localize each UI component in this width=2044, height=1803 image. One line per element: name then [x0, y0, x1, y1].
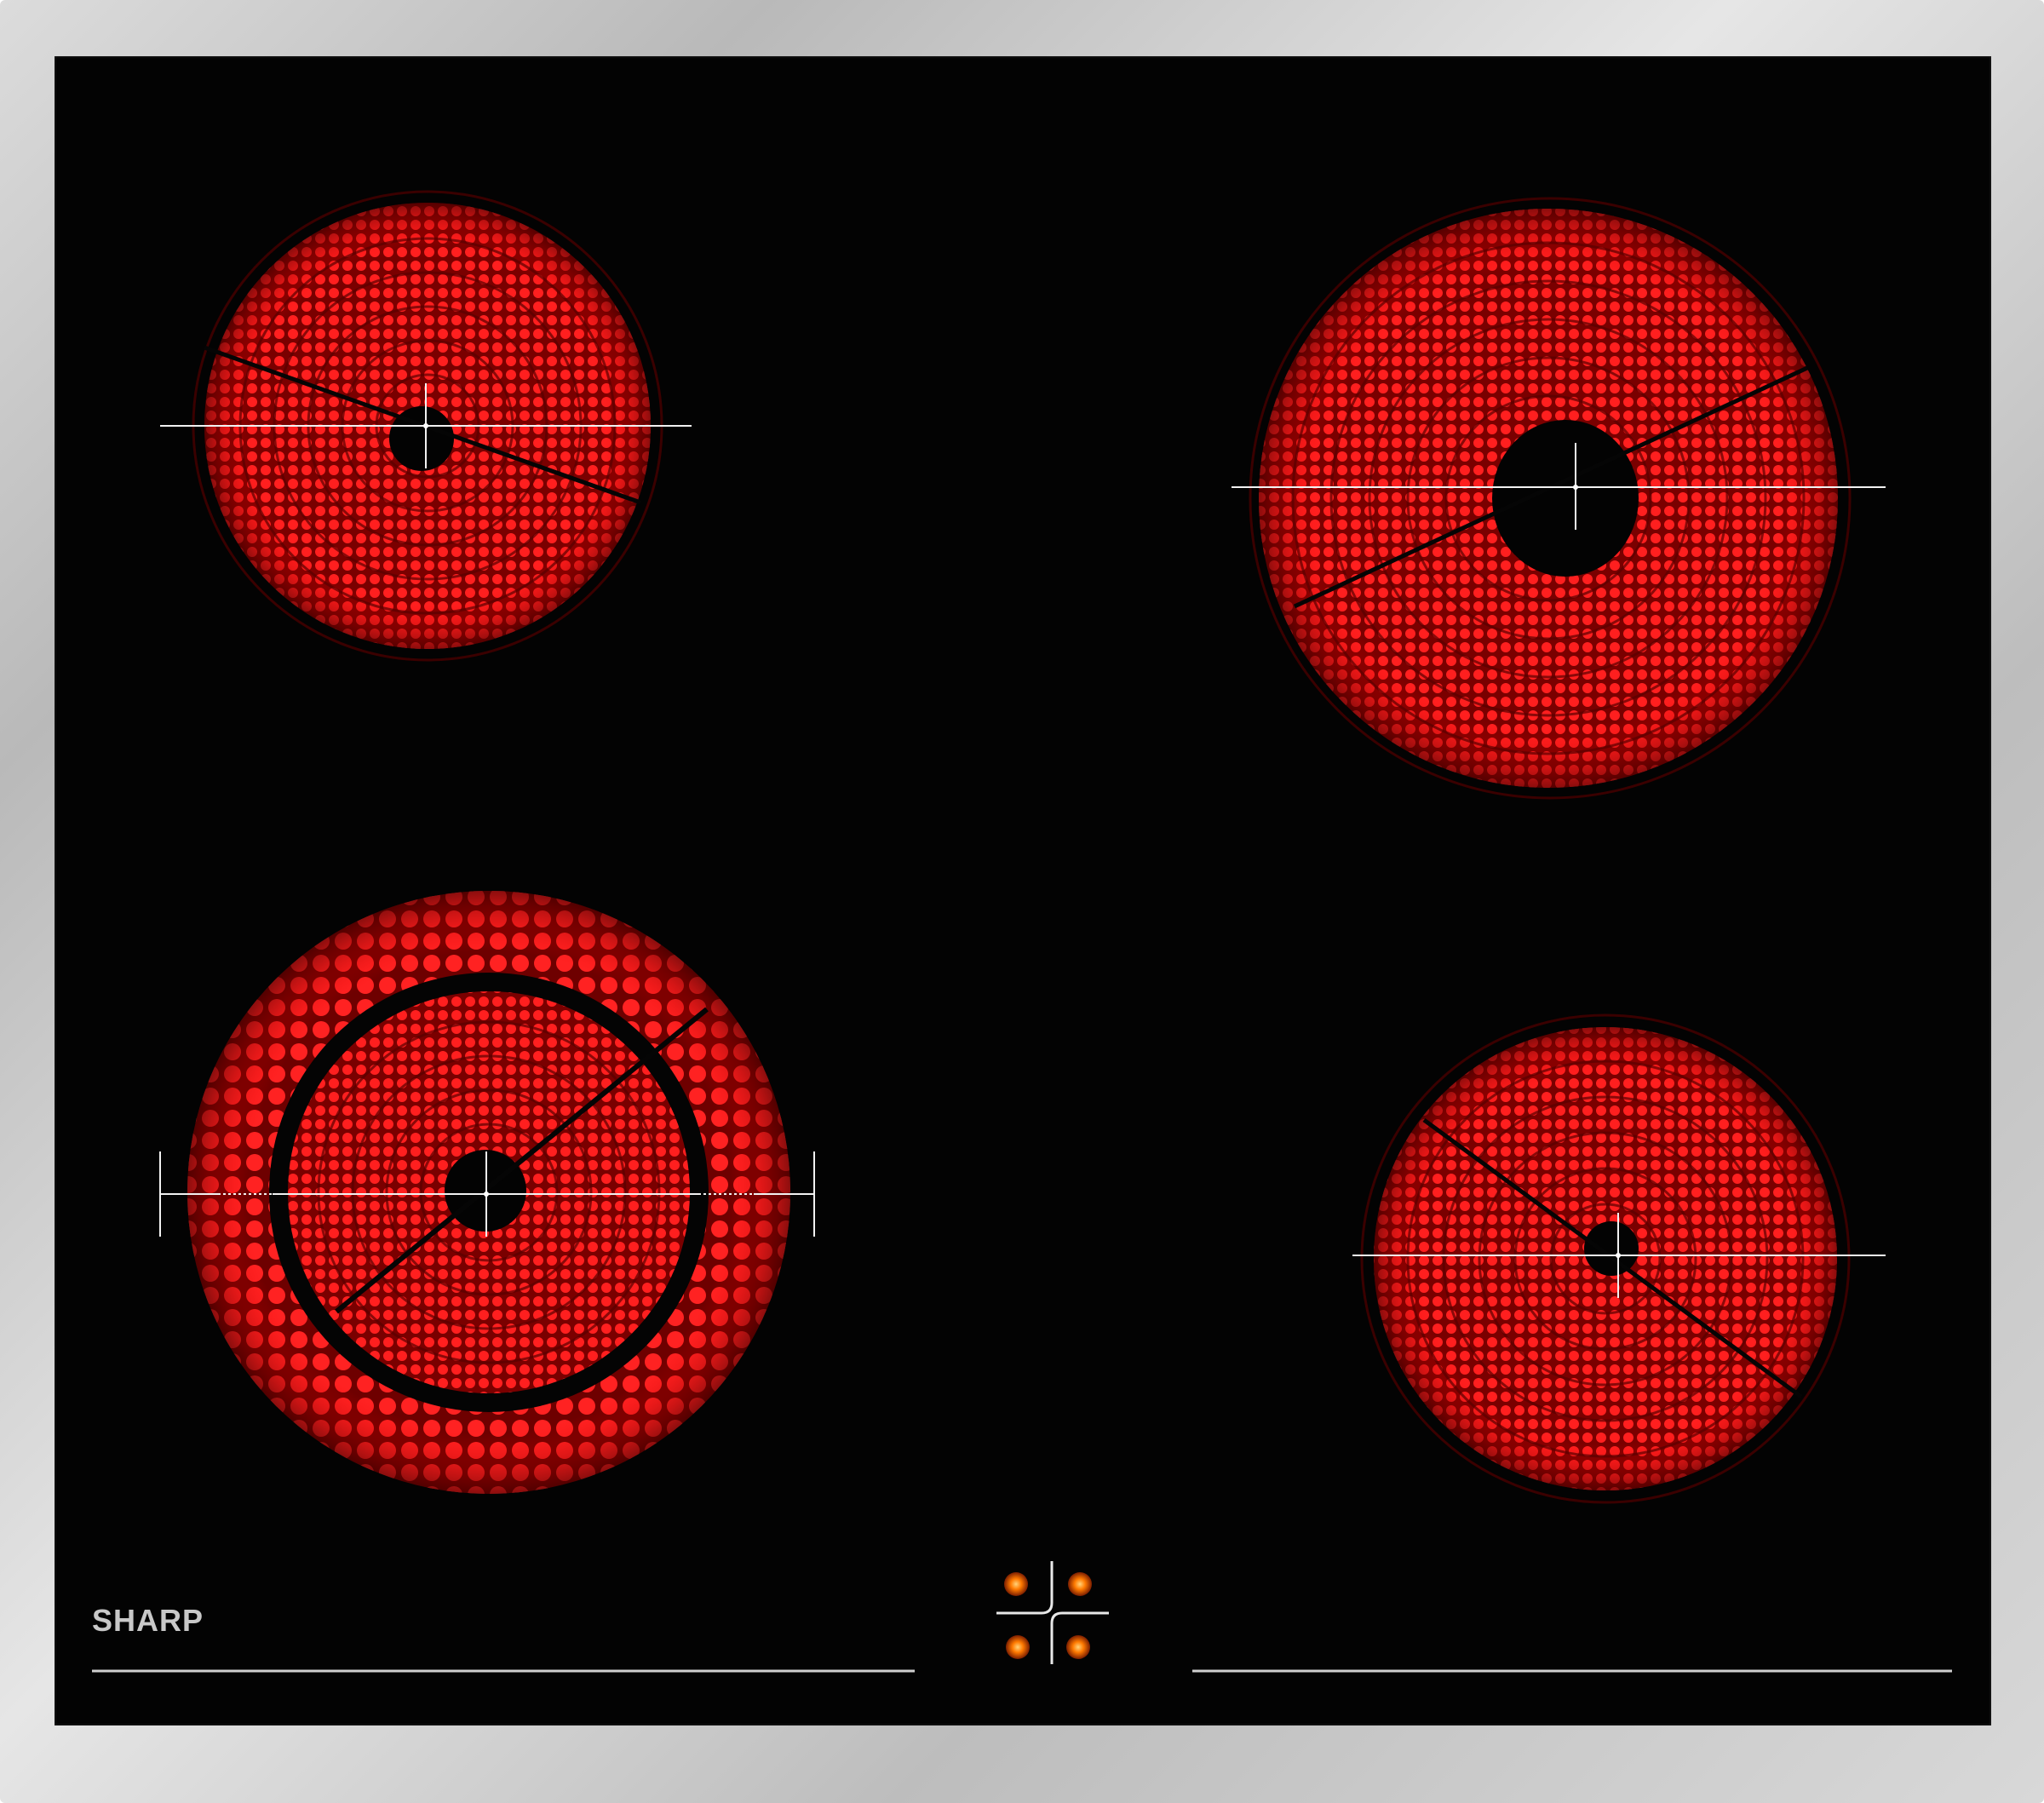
brand-logo: SHARP	[92, 1603, 204, 1638]
zone-front-right	[1352, 1013, 1886, 1504]
zone-rear-right	[1232, 197, 1886, 800]
indicator-rear-right	[1068, 1572, 1092, 1596]
zone-front-right-center	[1584, 1221, 1639, 1276]
indicator-cluster	[996, 1561, 1109, 1664]
zone-rear-left	[160, 190, 692, 662]
indicator-front-right	[1066, 1635, 1090, 1659]
zone-front-left	[159, 891, 815, 1494]
indicator-rear-left	[1004, 1572, 1028, 1596]
indicator-front-left	[1006, 1635, 1030, 1659]
hob-scene	[92, 190, 1952, 1673]
zone-rear-right-center	[1492, 420, 1639, 577]
